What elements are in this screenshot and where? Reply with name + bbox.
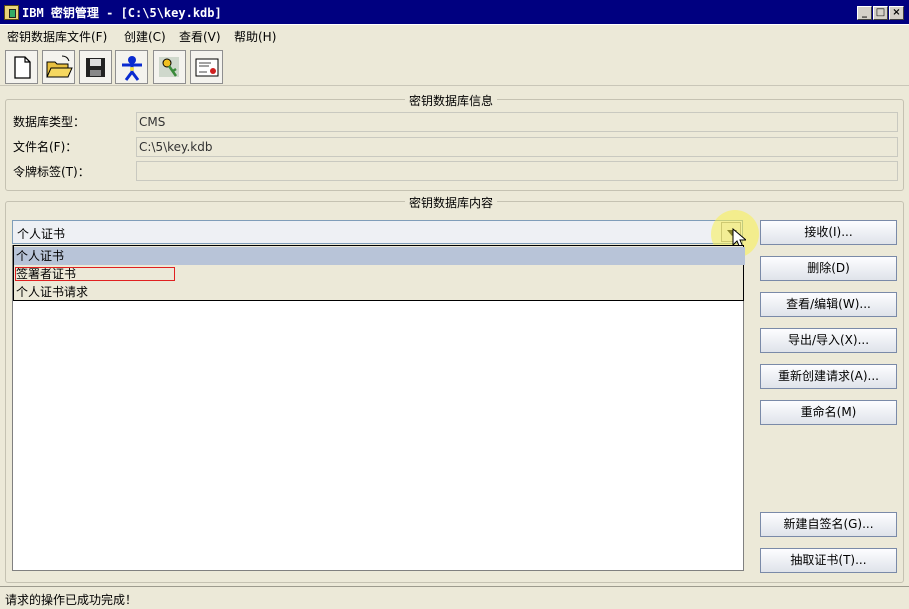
export-import-button[interactable]: 导出/导入(X)... bbox=[760, 328, 897, 353]
db-info-title: 密钥数据库信息 bbox=[405, 92, 498, 109]
close-button[interactable]: × bbox=[889, 6, 904, 20]
key-lock-icon bbox=[159, 57, 179, 77]
open-folder-icon bbox=[46, 55, 73, 78]
person-key-button[interactable] bbox=[115, 50, 148, 84]
new-file-button[interactable] bbox=[5, 50, 38, 84]
view-edit-button[interactable]: 查看/编辑(W)... bbox=[760, 292, 897, 317]
receive-button[interactable]: 接收(I)... bbox=[760, 220, 897, 245]
status-message: 请求的操作已成功完成！ bbox=[5, 593, 138, 607]
key-lock-button[interactable] bbox=[153, 50, 186, 84]
menu-help[interactable]: 帮助(H) bbox=[234, 28, 276, 45]
save-disk-icon bbox=[86, 58, 105, 77]
title-bar[interactable]: IBM 密钥管理 - [C:\5\key.kdb] _ □ × bbox=[0, 0, 909, 25]
token-field bbox=[136, 161, 898, 181]
app-key-icon bbox=[4, 5, 19, 20]
new-self-signed-button[interactable]: 新建自签名(G)... bbox=[760, 512, 897, 537]
certificate-icon bbox=[195, 58, 219, 77]
recreate-request-button[interactable]: 重新创建请求(A)... bbox=[760, 364, 897, 389]
menu-bar: 密钥数据库文件(F) 创建(C) 查看(V) 帮助(H) bbox=[0, 25, 909, 46]
delete-button[interactable]: 删除(D) bbox=[760, 256, 897, 281]
status-bar: 请求的操作已成功完成！ bbox=[0, 586, 909, 609]
extract-cert-button[interactable]: 抽取证书(T)... bbox=[760, 548, 897, 573]
cert-type-dropdown: 个人证书 签署者证书 个人证书请求 bbox=[13, 245, 745, 301]
maximize-button[interactable]: □ bbox=[873, 6, 888, 20]
open-file-button[interactable] bbox=[42, 50, 75, 84]
token-label: 令牌标签(T)： bbox=[13, 165, 90, 179]
minimize-button[interactable]: _ bbox=[857, 6, 872, 20]
focus-outline bbox=[15, 267, 175, 281]
menu-view[interactable]: 查看(V) bbox=[179, 28, 221, 45]
dropdown-option-personal-request[interactable]: 个人证书请求 bbox=[14, 283, 745, 301]
new-file-icon bbox=[14, 56, 31, 79]
save-button[interactable] bbox=[79, 50, 112, 84]
certificate-button[interactable] bbox=[190, 50, 223, 84]
file-name-field: C:\5\key.kdb bbox=[136, 137, 898, 157]
dropdown-option-personal[interactable]: 个人证书 bbox=[14, 247, 745, 265]
menu-keydb-file[interactable]: 密钥数据库文件(F) bbox=[7, 28, 107, 45]
toolbar bbox=[0, 47, 909, 86]
cert-type-selected: 个人证书 bbox=[17, 227, 66, 241]
file-name-label: 文件名(F)： bbox=[13, 140, 78, 154]
menu-create[interactable]: 创建(C) bbox=[124, 28, 166, 45]
db-type-field: CMS bbox=[136, 112, 898, 132]
rename-button[interactable]: 重命名(M) bbox=[760, 400, 897, 425]
db-content-title: 密钥数据库内容 bbox=[405, 194, 498, 211]
cert-type-combobox[interactable]: 个人证书 bbox=[12, 220, 743, 244]
person-key-icon bbox=[122, 56, 142, 81]
db-type-label: 数据库类型： bbox=[13, 115, 86, 129]
window-title: IBM 密钥管理 - [C:\5\key.kdb] bbox=[22, 6, 222, 20]
